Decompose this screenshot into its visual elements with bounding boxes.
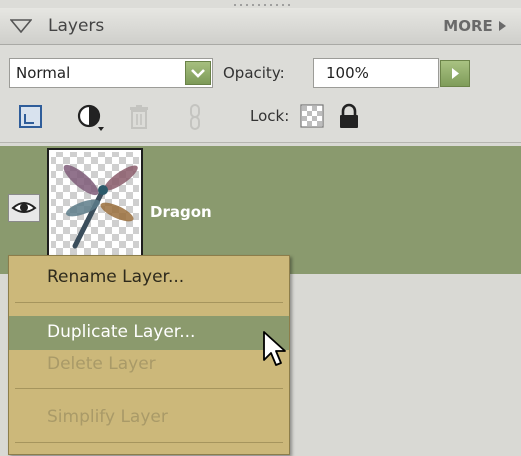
menu-item-label: Rename Layer...	[47, 267, 185, 287]
padlock-icon[interactable]	[338, 102, 360, 130]
eye-icon	[11, 202, 37, 213]
layer-name: Dragon	[150, 203, 212, 221]
adjustment-layer-icon[interactable]	[76, 103, 106, 133]
menu-item-rename-layer[interactable]: Rename Layer...	[9, 261, 289, 295]
dragonfly-thumbnail-image	[63, 164, 138, 249]
blend-mode-select[interactable]: Normal	[9, 58, 213, 88]
menu-item-label: Duplicate Layer...	[47, 322, 196, 342]
menu-item-simplify-layer[interactable]: Simplify Layer	[9, 401, 289, 435]
menu-separator	[15, 442, 283, 443]
lock-transparency-icon[interactable]	[300, 104, 324, 128]
new-layer-icon[interactable]	[18, 104, 44, 130]
panel-grip[interactable]	[232, 3, 294, 7]
more-arrow-icon	[499, 21, 506, 31]
menu-separator	[15, 302, 283, 303]
panel-header: Layers MORE	[0, 8, 521, 45]
more-button[interactable]: MORE	[443, 17, 507, 35]
layer-context-menu: Rename Layer... Duplicate Layer... Delet…	[8, 255, 290, 455]
lock-label: Lock:	[250, 107, 290, 125]
blend-mode-value: Normal	[16, 64, 71, 82]
opacity-value: 100%	[326, 64, 369, 82]
opacity-input[interactable]: 100%	[313, 58, 439, 88]
trash-icon[interactable]	[128, 104, 150, 130]
collapse-triangle-icon[interactable]	[10, 19, 32, 33]
more-label: MORE	[443, 17, 493, 35]
menu-item-label: Delete Layer	[47, 354, 156, 374]
chevron-down-icon[interactable]	[185, 61, 211, 85]
menu-separator	[15, 388, 283, 389]
link-icon[interactable]	[188, 104, 202, 130]
menu-item-duplicate-layer[interactable]: Duplicate Layer...	[9, 316, 289, 350]
layers-panel: Layers MORE Normal Opacity: 100% Lock: D…	[0, 0, 521, 456]
layer-thumbnail[interactable]	[47, 148, 143, 266]
menu-item-label: Simplify Layer	[47, 407, 168, 427]
arrow-cursor-icon	[263, 331, 286, 366]
menu-item-delete-layer[interactable]: Delete Layer	[9, 348, 289, 382]
visibility-toggle[interactable]	[8, 194, 40, 222]
opacity-label: Opacity:	[223, 64, 285, 82]
panel-title: Layers	[48, 16, 105, 36]
opacity-slider-button[interactable]	[440, 60, 470, 87]
